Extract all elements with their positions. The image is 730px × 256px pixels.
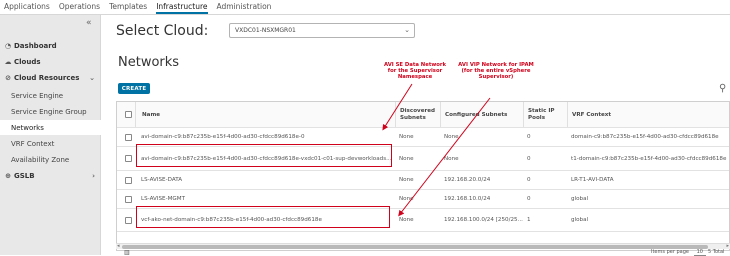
row-checkbox[interactable] xyxy=(125,195,132,203)
configured-subnets: 192.168.100.0/24 [250/25... xyxy=(444,217,523,223)
tab-applications[interactable]: Applications xyxy=(4,2,50,14)
tab-infrastructure[interactable]: Infrastructure xyxy=(156,2,208,14)
page-title: Networks xyxy=(118,55,180,70)
row-select-cell xyxy=(117,190,135,208)
row-select-cell xyxy=(117,209,135,231)
sidebar-item-networks[interactable]: Networks xyxy=(0,120,101,135)
cloud-icon: ☁ xyxy=(4,57,12,66)
select-all-cell xyxy=(117,102,135,127)
static-ip-pools: 0 xyxy=(527,196,531,202)
discovered-subnets: None xyxy=(399,177,414,183)
column-header-discovered-subnets[interactable]: Discovered Subnets xyxy=(395,102,440,127)
column-header-name[interactable]: Name xyxy=(135,102,395,127)
sidebar-item-cloud-resources[interactable]: ⊘ Cloud Resources ⌄ xyxy=(0,70,101,85)
vrf-context: global xyxy=(571,196,589,202)
collapse-sidebar-icon[interactable]: « xyxy=(86,18,92,28)
items-per-page: Items per page 10 xyxy=(651,249,706,256)
sidebar-item-service-engine[interactable]: Service Engine xyxy=(0,88,101,103)
chevron-down-icon: ⌄ xyxy=(404,26,410,34)
row-checkbox[interactable] xyxy=(125,155,132,162)
discovered-subnets: None xyxy=(399,196,414,202)
static-ip-pools: 0 xyxy=(527,134,531,140)
row-checkbox[interactable] xyxy=(125,216,132,224)
chevron-down-icon: ⌄ xyxy=(89,73,95,82)
static-ip-pools: 0 xyxy=(527,177,531,183)
discovered-subnets: None xyxy=(399,217,414,223)
cloud-resources-icon: ⊘ xyxy=(5,73,11,82)
sidebar-item-label: Service Engine xyxy=(11,91,64,100)
static-ip-pools: 1 xyxy=(527,217,531,223)
column-header-configured-subnets[interactable]: Configured Subnets xyxy=(440,102,523,127)
sidebar-item-label: Clouds xyxy=(14,57,41,66)
tab-templates[interactable]: Templates xyxy=(109,2,147,14)
sidebar-item-vrf-context[interactable]: VRF Context xyxy=(0,136,101,151)
total-count: 5 Total xyxy=(708,249,725,255)
sidebar-item-label: Dashboard xyxy=(14,41,57,50)
configured-subnets: 192.168.10.0/24 xyxy=(444,196,491,202)
configured-subnets: None xyxy=(444,155,459,162)
vrf-context: domain-c9:b87c235b-e15f-4d00-ad30-cfdcc8… xyxy=(571,134,719,140)
chevron-right-icon: › xyxy=(92,171,95,180)
items-per-page-label: Items per page xyxy=(651,249,689,255)
table-footer: ▥ Items per page 10 5 Total xyxy=(116,249,730,256)
networks-table: Name Discovered Subnets Configured Subne… xyxy=(116,101,730,251)
sidebar: « ◔ Dashboard ☁ Clouds ⊘ Cloud Resources… xyxy=(0,15,101,255)
sidebar-item-availability-zone[interactable]: Availability Zone xyxy=(0,152,101,167)
table-header: Name Discovered Subnets Configured Subne… xyxy=(117,102,729,128)
dashboard-icon: ◔ xyxy=(4,41,12,50)
sidebar-item-label: Cloud Resources xyxy=(14,73,80,82)
sidebar-item-label: Availability Zone xyxy=(11,155,70,164)
row-checkbox[interactable] xyxy=(125,176,132,184)
sidebar-item-label: Service Engine Group xyxy=(11,107,87,116)
tab-administration[interactable]: Administration xyxy=(217,2,272,14)
create-button[interactable]: CREATE xyxy=(118,83,150,94)
sidebar-item-service-engine-group[interactable]: Service Engine Group xyxy=(0,104,101,119)
sidebar-item-label: Networks xyxy=(11,123,44,132)
sidebar-item-label: VRF Context xyxy=(11,139,55,148)
static-ip-pools: 0 xyxy=(527,155,531,162)
annotation-vip-network: AVI VIP Network for IPAM (for the entire… xyxy=(458,62,534,81)
row-select-cell xyxy=(117,171,135,189)
discovered-subnets: None xyxy=(399,155,414,162)
sidebar-item-gslb[interactable]: ⊕ GSLB › xyxy=(0,168,101,183)
table-row[interactable]: LS-AVISE-DATA None 192.168.20.0/24 0 LR-… xyxy=(117,171,729,190)
column-header-vrf-context[interactable]: VRF Context xyxy=(567,102,729,127)
sidebar-item-dashboard[interactable]: ◔ Dashboard xyxy=(0,38,101,53)
row-select-cell xyxy=(117,147,135,170)
highlight-box-se-data-network xyxy=(136,144,392,167)
discovered-subnets: None xyxy=(399,134,414,140)
globe-icon: ⊕ xyxy=(5,171,11,180)
highlight-box-vip-network xyxy=(136,206,390,228)
sidebar-item-clouds[interactable]: ☁ Clouds xyxy=(0,54,101,69)
row-select-cell xyxy=(117,128,135,146)
vrf-context: LR-T1-AVI-DATA xyxy=(571,177,614,183)
vrf-context: global xyxy=(571,217,589,223)
cloud-select-value: VXDC01-NSXMGR01 xyxy=(235,27,296,34)
select-cloud-label: Select Cloud: xyxy=(116,23,209,39)
top-navigation: Applications Operations Templates Infras… xyxy=(0,0,730,15)
configured-subnets: 192.168.20.0/24 xyxy=(444,177,491,183)
sidebar-item-label: GSLB xyxy=(14,171,35,180)
vrf-context: t1-domain-c9:b87c235b-e15f-4d00-ad30-cfd… xyxy=(571,155,727,162)
tab-operations[interactable]: Operations xyxy=(59,2,100,14)
search-icon[interactable]: ⚲ xyxy=(719,83,726,94)
annotation-se-data-network: AVI SE Data Network for the Supervisor N… xyxy=(383,62,447,81)
column-header-static-ip-pools[interactable]: Static IP Pools xyxy=(523,102,567,127)
network-name[interactable]: LS-AVISE-DATA xyxy=(135,171,395,189)
row-checkbox[interactable] xyxy=(125,133,132,141)
cloud-select-dropdown[interactable]: VXDC01-NSXMGR01 ⌄ xyxy=(229,23,415,38)
select-all-checkbox[interactable] xyxy=(125,111,132,118)
configured-subnets: None xyxy=(444,134,459,140)
